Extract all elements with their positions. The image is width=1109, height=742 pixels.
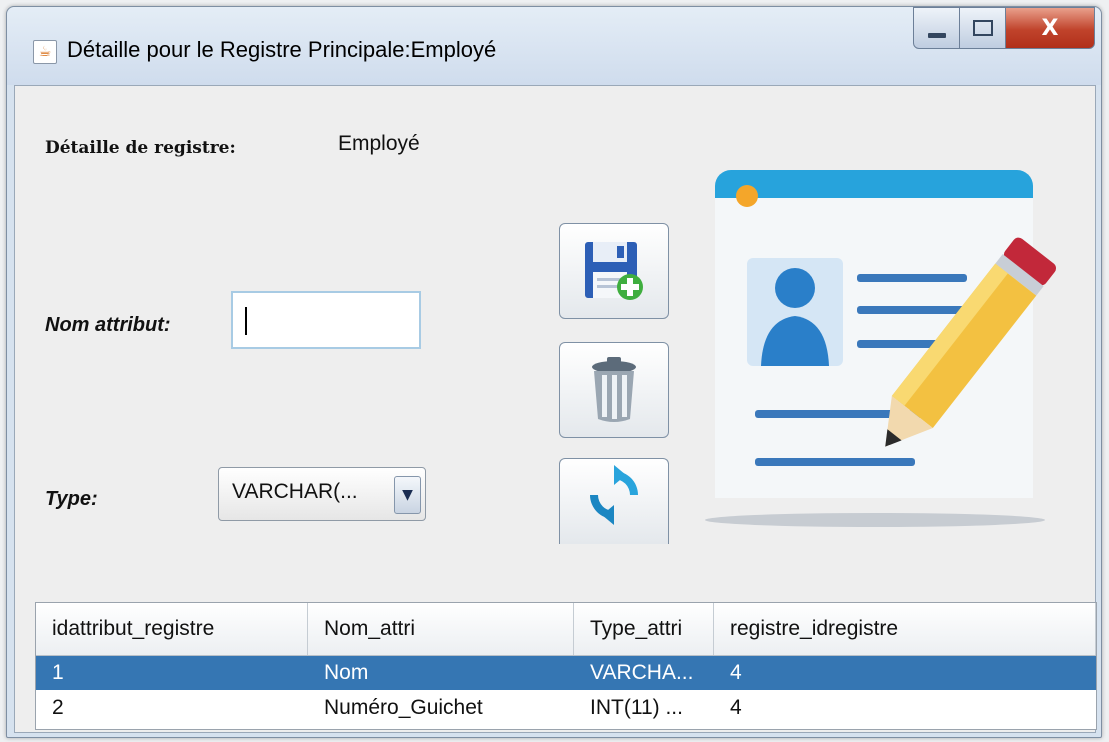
save-add-icon [585,242,643,300]
delete-button[interactable] [559,342,669,438]
table-cell: VARCHA... [590,661,694,684]
table-cell: 4 [730,661,742,684]
java-icon: ☕ [33,40,57,64]
trash-icon [592,357,636,422]
save-button[interactable] [559,223,669,319]
column-header[interactable]: Type_attri [574,603,714,655]
detail-label: Détaille de registre: [45,138,236,158]
column-header[interactable]: registre_idregistre [714,603,1096,655]
attributes-table[interactable]: idattribut_registre Nom_attri Type_attri… [35,602,1097,730]
table-cell: Numéro_Guichet [324,696,483,719]
maximize-icon [973,20,993,36]
table-cell: 1 [52,661,64,684]
close-icon: X [1041,15,1059,41]
table-cell: 2 [52,696,64,719]
column-header[interactable]: Nom_attri [308,603,574,655]
close-button[interactable]: X [1005,7,1095,49]
nom-attribut-input[interactable] [231,291,421,349]
type-select[interactable]: VARCHAR(... ▼ [218,467,426,521]
content-panel: Détaille de registre: Employé Nom attrib… [14,85,1097,733]
table-cell: Nom [324,661,369,684]
window-title: Détaille pour le Registre Principale:Emp… [67,37,497,62]
table-cell: INT(11) ... [590,696,683,719]
maximize-button[interactable] [959,7,1007,49]
refresh-icon [590,465,638,525]
column-header[interactable]: idattribut_registre [36,603,308,655]
type-label: Type: [45,488,98,510]
table-row-selected[interactable]: 1 Nom VARCHA... 4 [36,656,1096,690]
refresh-button[interactable] [559,458,669,544]
detail-value: Employé [338,132,420,155]
table-header: idattribut_registre Nom_attri Type_attri… [36,603,1096,656]
dropdown-arrow-icon[interactable]: ▼ [394,476,421,514]
nom-attribut-label: Nom attribut: [45,314,171,336]
type-selected-value: VARCHAR(... [232,480,358,503]
minimize-button[interactable] [913,7,961,49]
minimize-icon [928,32,946,38]
title-bar[interactable]: ☕ Détaille pour le Registre Principale:E… [7,7,1101,85]
text-caret [245,307,247,335]
table-row[interactable]: 2 Numéro_Guichet INT(11) ... 4 [36,691,1096,725]
application-window: ☕ Détaille pour le Registre Principale:E… [6,6,1102,738]
edit-profile-icon [705,170,1056,527]
table-cell: 4 [730,696,742,719]
